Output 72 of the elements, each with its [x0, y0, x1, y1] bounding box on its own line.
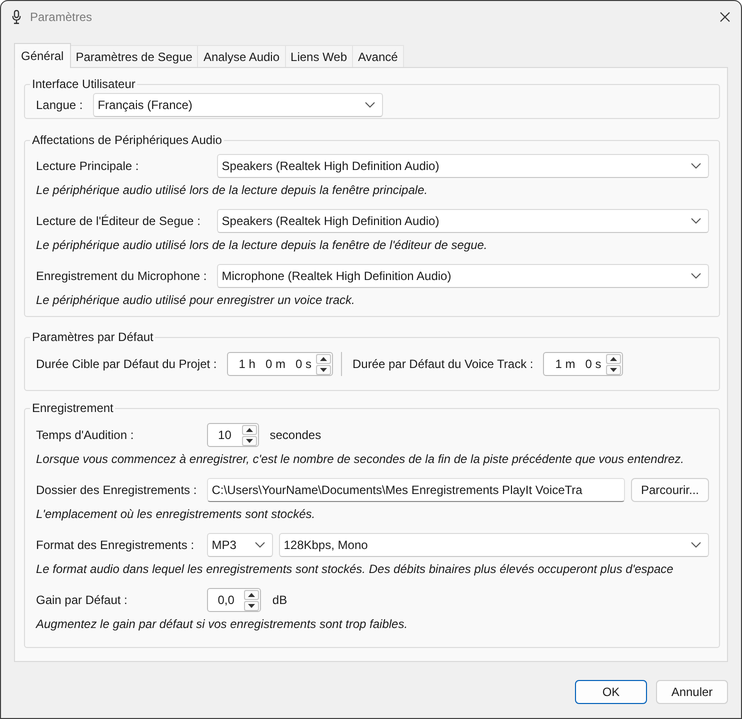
tab[interactable]: Paramètres de Segue	[70, 45, 198, 67]
time-segment[interactable]: 1 m	[555, 357, 576, 371]
time-segment[interactable]: 0 m	[265, 357, 286, 371]
tab[interactable]: Avancé	[352, 45, 404, 67]
chevron-down-icon	[691, 163, 701, 169]
path-field[interactable]: C:\Users\YourName\Documents\Mes Enregistrements PlayIt VoiceTra	[206, 478, 625, 502]
down-triangle-icon	[248, 604, 256, 608]
tab[interactable]: Liens Web	[284, 45, 353, 67]
duration-spinner[interactable]: 1 m 0 s	[543, 352, 624, 376]
dropdown[interactable]: Speakers (Realtek High Definition Audio)	[216, 209, 709, 233]
unit-label: dB	[272, 593, 288, 607]
help-text: L'emplacement où les enregistrements sont stockés.	[36, 507, 316, 522]
spin-up-button[interactable]	[316, 354, 332, 364]
help-text: Lorsque vous commencez à enregistrer, c'est le nombre de secondes de la fin de la piste précédente que vous entendrez.	[36, 452, 686, 467]
help-text: Le périphérique audio utilisé pour enregistrer un voice track.	[36, 293, 356, 308]
help-text: Le format audio dans lequel les enregistrements sont stockés. Des débits binaires plus élevés occuperont plus d'espace	[36, 562, 674, 577]
tab[interactable]: Général	[14, 43, 71, 68]
chevron-down-icon	[691, 218, 701, 224]
dropdown[interactable]: Français (France)	[92, 93, 383, 117]
field-label: Format des Enregistrements :	[36, 537, 196, 553]
field-label: Gain par Défaut :	[36, 592, 128, 608]
group-title: Enregistrement	[31, 400, 114, 416]
number-spinner[interactable]: 10	[206, 423, 259, 447]
browse-button[interactable]: Parcourir...	[631, 478, 709, 502]
field-label: Durée par Défaut du Voice Track :	[352, 356, 534, 372]
spin-down-button[interactable]	[244, 600, 260, 610]
help-text: Le périphérique audio utilisé lors de la lecture depuis la fenêtre principale.	[36, 183, 429, 198]
down-triangle-icon	[246, 438, 253, 442]
field-label: Temps d'Audition :	[36, 427, 135, 443]
chevron-down-icon	[691, 542, 701, 548]
close-icon	[720, 12, 730, 22]
spin-up-button[interactable]	[606, 354, 622, 364]
field-label: Enregistrement du Microphone :	[36, 268, 207, 284]
down-triangle-icon	[610, 368, 618, 372]
group-title: Interface Utilisateur	[31, 76, 136, 92]
microphone-icon	[12, 10, 21, 24]
window-title: Paramètres	[30, 10, 92, 24]
chevron-down-icon	[254, 542, 265, 548]
number-spinner[interactable]: 0,0	[206, 588, 262, 612]
spin-down-button[interactable]	[606, 364, 622, 374]
up-triangle-icon	[248, 592, 256, 596]
up-triangle-icon	[320, 356, 328, 360]
field-label: Dossier des Enregistrements :	[36, 482, 197, 498]
dropdown[interactable]: MP3	[206, 533, 273, 557]
time-segment[interactable]: 0 s	[295, 357, 312, 371]
group-title: Paramètres par Défaut	[31, 329, 154, 345]
down-triangle-icon	[320, 368, 328, 372]
dropdown[interactable]: Microphone (Realtek High Definition Audio)	[216, 264, 709, 288]
tab[interactable]: Analyse Audio	[197, 45, 286, 67]
group-title: Affectations de Périphériques Audio	[31, 132, 223, 148]
spin-up-button[interactable]	[242, 424, 257, 434]
field-label: Langue :	[36, 97, 83, 113]
time-segment[interactable]: 0 s	[585, 357, 602, 371]
spin-down-button[interactable]	[316, 364, 332, 374]
spin-up-button[interactable]	[244, 590, 260, 600]
spin-down-button[interactable]	[242, 436, 257, 446]
chevron-down-icon	[364, 102, 375, 108]
up-triangle-icon	[246, 428, 253, 432]
time-segment[interactable]: 1 h	[238, 357, 256, 371]
field-label: Lecture Principale :	[36, 158, 140, 174]
field-label: Durée Cible par Défaut du Projet :	[36, 356, 217, 372]
help-text: Augmentez le gain par défaut si vos enregistrements sont trop faibles.	[36, 617, 409, 632]
dropdown[interactable]: 128Kbps, Mono	[278, 533, 709, 557]
dialog-button[interactable]: OK	[575, 680, 647, 704]
chevron-down-icon	[691, 273, 701, 279]
dialog-button[interactable]: Annuler	[656, 680, 728, 704]
duration-spinner[interactable]: 1 h 0 m 0 s	[226, 352, 334, 376]
field-label: Lecture de l'Éditeur de Segue :	[36, 213, 202, 229]
dropdown[interactable]: Speakers (Realtek High Definition Audio)	[216, 154, 709, 178]
unit-label: secondes	[270, 428, 322, 442]
help-text: Le périphérique audio utilisé lors de la lecture depuis la fenêtre de l'éditeur de segue.	[36, 238, 488, 253]
up-triangle-icon	[610, 356, 618, 360]
